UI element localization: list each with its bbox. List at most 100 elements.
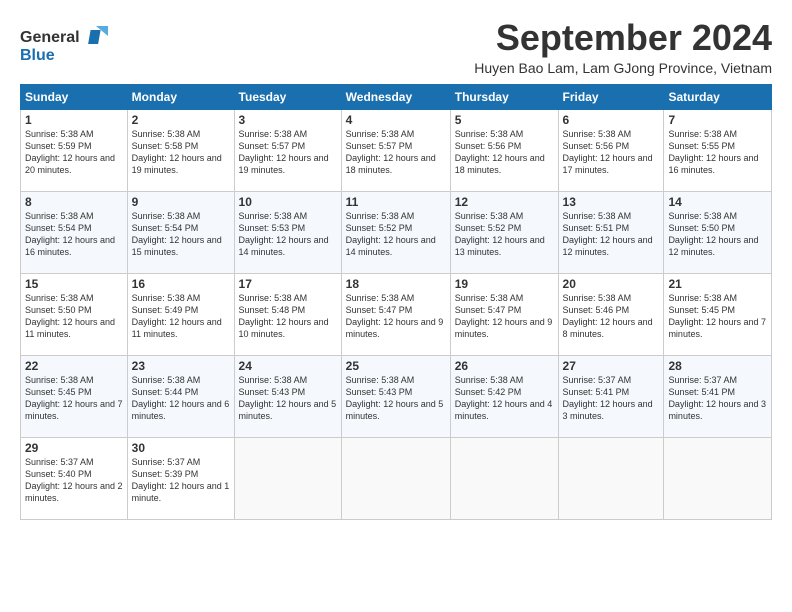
sunset: Sunset: 5:45 PM	[668, 305, 735, 315]
day-number: 7	[668, 113, 767, 127]
header-thursday: Thursday	[450, 84, 558, 109]
sunrise: Sunrise: 5:38 AM	[132, 211, 201, 221]
sunrise: Sunrise: 5:38 AM	[455, 293, 524, 303]
day-number: 16	[132, 277, 230, 291]
day-cell: 5 Sunrise: 5:38 AM Sunset: 5:56 PM Dayli…	[450, 109, 558, 191]
header-tuesday: Tuesday	[234, 84, 341, 109]
sunset: Sunset: 5:51 PM	[563, 223, 630, 233]
header-sunday: Sunday	[21, 84, 128, 109]
daylight: Daylight: 12 hours and 5 minutes.	[239, 399, 337, 421]
sunrise: Sunrise: 5:38 AM	[346, 211, 415, 221]
daylight: Daylight: 12 hours and 7 minutes.	[25, 399, 123, 421]
day-info: Sunrise: 5:38 AM Sunset: 5:43 PM Dayligh…	[239, 374, 337, 423]
daylight: Daylight: 12 hours and 19 minutes.	[239, 153, 329, 175]
day-number: 4	[346, 113, 446, 127]
day-number: 1	[25, 113, 123, 127]
day-cell: 22 Sunrise: 5:38 AM Sunset: 5:45 PM Dayl…	[21, 355, 128, 437]
calendar-table: Sunday Monday Tuesday Wednesday Thursday…	[20, 84, 772, 520]
daylight: Daylight: 12 hours and 9 minutes.	[455, 317, 553, 339]
sunset: Sunset: 5:45 PM	[25, 387, 92, 397]
day-number: 3	[239, 113, 337, 127]
day-cell: 3 Sunrise: 5:38 AM Sunset: 5:57 PM Dayli…	[234, 109, 341, 191]
sunset: Sunset: 5:48 PM	[239, 305, 306, 315]
day-cell: 17 Sunrise: 5:38 AM Sunset: 5:48 PM Dayl…	[234, 273, 341, 355]
week-row-4: 22 Sunrise: 5:38 AM Sunset: 5:45 PM Dayl…	[21, 355, 772, 437]
sunset: Sunset: 5:54 PM	[25, 223, 92, 233]
day-cell	[341, 437, 450, 519]
page: General Blue September 2024 Huyen Bao La…	[0, 0, 792, 532]
daylight: Daylight: 12 hours and 18 minutes.	[455, 153, 545, 175]
sunrise: Sunrise: 5:37 AM	[25, 457, 94, 467]
day-number: 29	[25, 441, 123, 455]
day-cell: 16 Sunrise: 5:38 AM Sunset: 5:49 PM Dayl…	[127, 273, 234, 355]
sunrise: Sunrise: 5:38 AM	[346, 375, 415, 385]
sunset: Sunset: 5:55 PM	[668, 141, 735, 151]
daylight: Daylight: 12 hours and 3 minutes.	[668, 399, 766, 421]
day-info: Sunrise: 5:38 AM Sunset: 5:57 PM Dayligh…	[239, 128, 337, 177]
sunrise: Sunrise: 5:38 AM	[239, 293, 308, 303]
sunset: Sunset: 5:53 PM	[239, 223, 306, 233]
day-cell: 4 Sunrise: 5:38 AM Sunset: 5:57 PM Dayli…	[341, 109, 450, 191]
sunrise: Sunrise: 5:38 AM	[239, 129, 308, 139]
svg-text:General: General	[20, 29, 80, 46]
day-number: 5	[455, 113, 554, 127]
daylight: Daylight: 12 hours and 12 minutes.	[668, 235, 758, 257]
day-info: Sunrise: 5:38 AM Sunset: 5:55 PM Dayligh…	[668, 128, 767, 177]
sunrise: Sunrise: 5:37 AM	[668, 375, 737, 385]
day-number: 17	[239, 277, 337, 291]
day-cell: 19 Sunrise: 5:38 AM Sunset: 5:47 PM Dayl…	[450, 273, 558, 355]
sunset: Sunset: 5:46 PM	[563, 305, 630, 315]
sunrise: Sunrise: 5:38 AM	[668, 129, 737, 139]
day-info: Sunrise: 5:38 AM Sunset: 5:45 PM Dayligh…	[668, 292, 767, 341]
sunrise: Sunrise: 5:38 AM	[563, 129, 632, 139]
header-saturday: Saturday	[664, 84, 772, 109]
day-cell: 27 Sunrise: 5:37 AM Sunset: 5:41 PM Dayl…	[558, 355, 664, 437]
day-number: 15	[25, 277, 123, 291]
sunset: Sunset: 5:40 PM	[25, 469, 92, 479]
day-info: Sunrise: 5:38 AM Sunset: 5:58 PM Dayligh…	[132, 128, 230, 177]
day-info: Sunrise: 5:38 AM Sunset: 5:48 PM Dayligh…	[239, 292, 337, 341]
daylight: Daylight: 12 hours and 14 minutes.	[239, 235, 329, 257]
sunrise: Sunrise: 5:38 AM	[455, 211, 524, 221]
header: General Blue September 2024 Huyen Bao La…	[20, 18, 772, 76]
week-row-3: 15 Sunrise: 5:38 AM Sunset: 5:50 PM Dayl…	[21, 273, 772, 355]
day-number: 12	[455, 195, 554, 209]
day-cell: 10 Sunrise: 5:38 AM Sunset: 5:53 PM Dayl…	[234, 191, 341, 273]
daylight: Daylight: 12 hours and 10 minutes.	[239, 317, 329, 339]
day-info: Sunrise: 5:38 AM Sunset: 5:50 PM Dayligh…	[25, 292, 123, 341]
day-cell: 6 Sunrise: 5:38 AM Sunset: 5:56 PM Dayli…	[558, 109, 664, 191]
day-cell: 25 Sunrise: 5:38 AM Sunset: 5:43 PM Dayl…	[341, 355, 450, 437]
sunrise: Sunrise: 5:38 AM	[455, 129, 524, 139]
day-cell	[558, 437, 664, 519]
day-info: Sunrise: 5:37 AM Sunset: 5:41 PM Dayligh…	[563, 374, 660, 423]
day-info: Sunrise: 5:38 AM Sunset: 5:49 PM Dayligh…	[132, 292, 230, 341]
day-cell	[234, 437, 341, 519]
sunset: Sunset: 5:57 PM	[346, 141, 413, 151]
daylight: Daylight: 12 hours and 15 minutes.	[132, 235, 222, 257]
sunrise: Sunrise: 5:38 AM	[563, 211, 632, 221]
day-number: 23	[132, 359, 230, 373]
sunset: Sunset: 5:42 PM	[455, 387, 522, 397]
day-info: Sunrise: 5:37 AM Sunset: 5:40 PM Dayligh…	[25, 456, 123, 505]
sunrise: Sunrise: 5:38 AM	[25, 129, 94, 139]
day-cell: 14 Sunrise: 5:38 AM Sunset: 5:50 PM Dayl…	[664, 191, 772, 273]
header-wednesday: Wednesday	[341, 84, 450, 109]
sunrise: Sunrise: 5:38 AM	[132, 293, 201, 303]
sunset: Sunset: 5:58 PM	[132, 141, 199, 151]
daylight: Daylight: 12 hours and 3 minutes.	[563, 399, 653, 421]
sunset: Sunset: 5:50 PM	[668, 223, 735, 233]
daylight: Daylight: 12 hours and 4 minutes.	[455, 399, 553, 421]
daylight: Daylight: 12 hours and 11 minutes.	[25, 317, 115, 339]
day-number: 13	[563, 195, 660, 209]
day-cell: 18 Sunrise: 5:38 AM Sunset: 5:47 PM Dayl…	[341, 273, 450, 355]
day-number: 28	[668, 359, 767, 373]
daylight: Daylight: 12 hours and 7 minutes.	[668, 317, 766, 339]
day-number: 14	[668, 195, 767, 209]
sunrise: Sunrise: 5:38 AM	[132, 375, 201, 385]
sunset: Sunset: 5:57 PM	[239, 141, 306, 151]
day-number: 10	[239, 195, 337, 209]
day-cell: 12 Sunrise: 5:38 AM Sunset: 5:52 PM Dayl…	[450, 191, 558, 273]
day-number: 26	[455, 359, 554, 373]
sunset: Sunset: 5:47 PM	[455, 305, 522, 315]
day-info: Sunrise: 5:38 AM Sunset: 5:43 PM Dayligh…	[346, 374, 446, 423]
